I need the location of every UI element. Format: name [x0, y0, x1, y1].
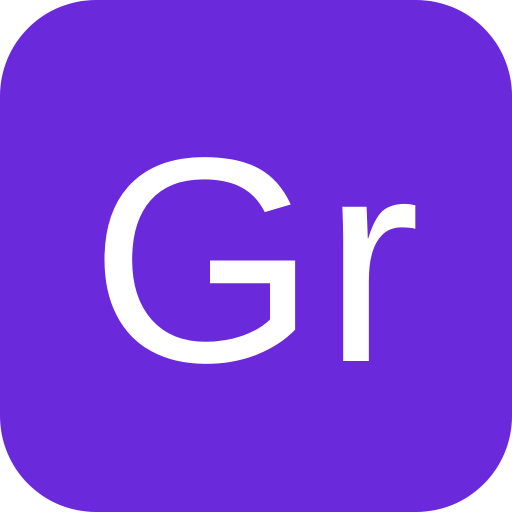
- icon-monogram: Gr: [89, 97, 427, 423]
- app-icon: Gr: [0, 0, 512, 512]
